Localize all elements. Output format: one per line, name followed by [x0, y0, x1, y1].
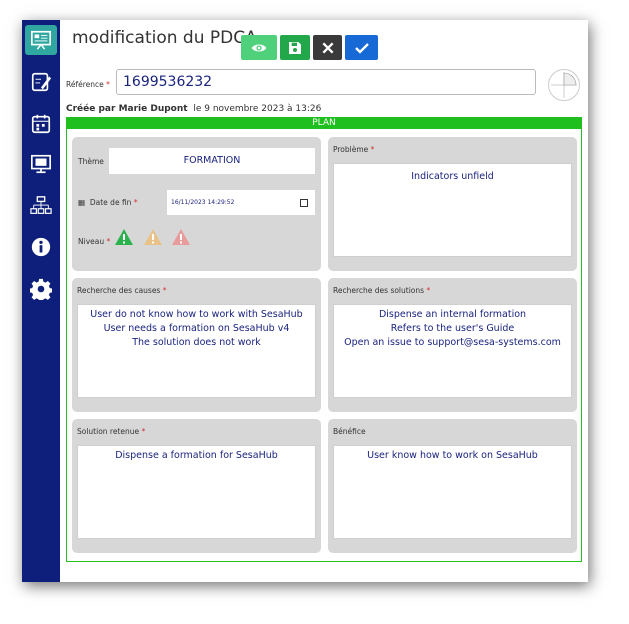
solutions-label: Recherche des solutions *: [333, 286, 431, 295]
org-chart-icon: [30, 196, 52, 214]
save-button[interactable]: [280, 35, 310, 60]
benefit-label: Bénéfice: [333, 427, 366, 436]
close-icon: [322, 42, 333, 53]
app-window: modification du PDCA Référence * 1699536…: [22, 20, 588, 582]
theme-card: Thème FORMATION ▦ Date de fin * 16/11/20…: [72, 137, 321, 271]
created-by: Créée par Marie Dupont le 9 novembre 202…: [66, 104, 322, 114]
level-label: Niveau *: [78, 237, 111, 246]
retained-solution-card: Solution retenue * Dispense a formation …: [72, 419, 321, 553]
sidebar-item-edit[interactable]: [25, 67, 57, 97]
presentation-icon: [31, 154, 51, 174]
sidebar-item-dashboard[interactable]: [25, 25, 57, 55]
warning-green-icon[interactable]: [114, 228, 134, 246]
causes-line: User needs a formation on SesaHub v4: [103, 323, 290, 334]
problem-card: Problème * Indicators unfield: [328, 137, 577, 271]
save-icon: [289, 41, 301, 54]
dashboard-icon: [31, 30, 51, 50]
benefit-field[interactable]: User know how to work on SesaHub: [333, 445, 572, 539]
info-icon: [31, 237, 51, 257]
sidebar-item-calendar[interactable]: [25, 109, 57, 139]
problem-field[interactable]: Indicators unfield: [333, 163, 572, 257]
calendar-icon: [31, 114, 51, 134]
page-title: modification du PDCA: [72, 28, 257, 48]
main-content: modification du PDCA Référence * 1699536…: [60, 20, 588, 582]
date-picker-icon[interactable]: [300, 199, 308, 207]
solutions-card: Recherche des solutions * Dispense an in…: [328, 278, 577, 412]
sidebar-item-info[interactable]: [25, 232, 57, 262]
causes-field[interactable]: User do not know how to work with SesaHu…: [77, 304, 316, 398]
check-icon: [354, 42, 369, 54]
end-date-label: ▦ Date de fin *: [78, 198, 138, 207]
theme-label: Thème: [78, 157, 104, 166]
sidebar-item-org-chart[interactable]: [25, 191, 57, 221]
eye-icon: [251, 44, 267, 51]
benefit-card: Bénéfice User know how to work on SesaHu…: [328, 419, 577, 553]
solutions-line: Dispense an internal formation: [378, 309, 527, 320]
sidebar-item-settings[interactable]: [25, 274, 57, 304]
theme-field[interactable]: FORMATION: [109, 148, 315, 174]
pdca-cycle-icon: [548, 69, 580, 101]
document-edit-icon: [31, 72, 52, 92]
causes-label: Recherche des causes *: [77, 286, 167, 295]
causes-line: User do not know how to work with SesaHu…: [90, 309, 303, 320]
view-button[interactable]: [241, 35, 277, 60]
reference-label: Référence *: [66, 80, 110, 89]
retained-solution-field[interactable]: Dispense a formation for SesaHub: [77, 445, 316, 539]
plan-frame: Thème FORMATION ▦ Date de fin * 16/11/20…: [66, 129, 582, 562]
confirm-button[interactable]: [345, 35, 378, 60]
solutions-line: Open an issue to support@sesa-systems.co…: [344, 337, 561, 348]
sidebar-item-presentation[interactable]: [25, 149, 57, 179]
warning-red-icon[interactable]: [171, 228, 191, 246]
reference-input[interactable]: 1699536232: [116, 69, 536, 95]
gear-icon: [30, 278, 52, 300]
end-date-field[interactable]: 16/11/2023 14:29:52: [167, 190, 315, 215]
retained-solution-label: Solution retenue *: [77, 427, 146, 436]
solutions-line: Refers to the user's Guide: [390, 323, 515, 334]
sidebar: [22, 20, 60, 582]
causes-line: The solution does not work: [132, 337, 261, 348]
problem-label: Problème *: [333, 145, 375, 154]
causes-card: Recherche des causes * User do not know …: [72, 278, 321, 412]
cancel-button[interactable]: [313, 35, 342, 60]
calendar-small-icon: ▦: [78, 198, 86, 207]
warning-orange-icon[interactable]: [143, 228, 163, 246]
plan-header: PLAN: [66, 117, 582, 129]
solutions-field[interactable]: Dispense an internal formation Refers to…: [333, 304, 572, 398]
